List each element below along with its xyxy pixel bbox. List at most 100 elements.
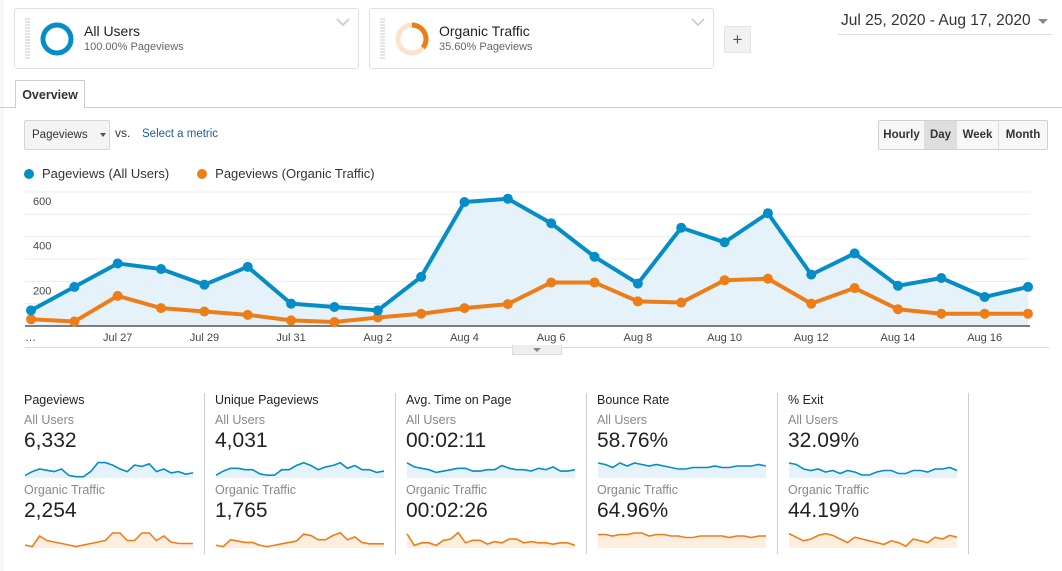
metric-card-pageviews[interactable]: Pageviews All Users 6,332 Organic Traffic 2,… — [14, 393, 205, 554]
legend-dot-icon — [24, 168, 34, 179]
data-point — [979, 308, 990, 319]
segment-label: All Users — [597, 413, 648, 427]
y-tick-label: 200 — [33, 285, 51, 297]
metric-value: 32.09% — [788, 429, 860, 452]
metric-title: Pageviews — [24, 393, 85, 407]
metric-card-bounce-rate[interactable]: Bounce Rate All Users 58.76% Organic Traffi… — [587, 393, 778, 554]
data-point — [979, 291, 990, 302]
legend-label: Pageviews (Organic Traffic) — [215, 166, 375, 181]
metric-card-exit-rate[interactable]: % Exit All Users 32.09% Organic Traffic 44.1… — [778, 393, 969, 554]
metric-title: % Exit — [788, 393, 824, 407]
segment-label: Organic Traffic — [215, 483, 297, 497]
sparkline-all-users — [24, 461, 194, 478]
data-point — [69, 281, 80, 292]
segment-picker-all-users[interactable]: All Users 100.00% Pageviews — [14, 8, 359, 69]
drag-handle-icon[interactable] — [380, 17, 385, 60]
metric-value: 58.76% — [597, 429, 669, 452]
metric-card-avg-time-on-page[interactable]: Avg. Time on Page All Users 00:02:11 Organi… — [396, 393, 587, 554]
metric-value: 64.96% — [597, 499, 669, 522]
segment-share-ring-icon — [40, 22, 74, 55]
sparkline-organic-traffic — [215, 531, 384, 548]
segment-name: Organic Traffic — [439, 23, 530, 39]
vs-label: vs. — [115, 126, 131, 140]
y-tick-label: 600 — [33, 196, 51, 208]
data-point — [676, 222, 687, 233]
data-point — [719, 237, 730, 248]
data-point — [762, 208, 773, 219]
series-area-fill — [31, 198, 1028, 326]
data-point — [242, 261, 253, 272]
primary-metric-dropdown[interactable]: Pageviews — [24, 120, 110, 150]
data-point — [26, 314, 36, 325]
y-tick-label: 400 — [33, 241, 51, 253]
metric-value: 00:02:26 — [406, 499, 488, 522]
chevron-down-icon[interactable] — [336, 17, 350, 27]
data-point — [1023, 281, 1033, 292]
granularity-month-button[interactable]: Month — [999, 121, 1047, 149]
data-point — [892, 304, 903, 315]
data-point — [632, 278, 643, 289]
data-point — [849, 248, 860, 259]
tab-overview[interactable]: Overview — [15, 80, 85, 108]
add-segment-button[interactable]: + — [724, 26, 751, 53]
segment-label: Organic Traffic — [406, 483, 488, 497]
chart-collapse-toggle[interactable] — [512, 345, 562, 355]
data-point — [199, 279, 210, 290]
legend-item-all-users[interactable]: Pageviews (All Users) — [24, 166, 169, 181]
data-point — [936, 272, 947, 283]
date-range-picker[interactable]: Jul 25, 2020 - Aug 17, 2020 — [838, 10, 1052, 35]
segment-share: 100.00% Pageviews — [84, 41, 184, 53]
chevron-down-icon[interactable] — [691, 17, 705, 27]
sparkline-all-users — [788, 462, 958, 478]
sparkline-area — [789, 533, 957, 548]
segment-label: Organic Traffic — [597, 483, 679, 497]
data-point — [156, 264, 167, 275]
data-point — [112, 290, 123, 301]
segment-label: All Users — [406, 413, 457, 427]
segment-label: All Users — [215, 413, 266, 427]
metric-value: 00:02:11 — [406, 429, 487, 452]
sparkline-area — [216, 462, 384, 478]
data-point — [156, 303, 167, 314]
metric-card-unique-pageviews[interactable]: Unique Pageviews All Users 4,031 Organic Tr… — [205, 393, 396, 554]
segment-name: All Users — [84, 23, 141, 39]
data-point — [676, 297, 687, 308]
sparkline-all-users — [406, 462, 576, 478]
data-point — [849, 283, 860, 294]
metric-title: Avg. Time on Page — [406, 393, 512, 407]
sparkline-organic-traffic — [24, 532, 193, 548]
segment-label: Organic Traffic — [24, 483, 106, 497]
metric-value: 1,765 — [215, 499, 268, 522]
data-point — [632, 296, 643, 307]
x-tick-label: Aug 16 — [967, 332, 1002, 344]
segment-share: 35.60% Pageviews — [439, 41, 533, 53]
caret-down-icon — [1038, 18, 1048, 24]
x-tick-label: Aug 8 — [623, 332, 652, 344]
sparkline-organic-traffic — [598, 532, 766, 548]
data-point — [936, 308, 947, 319]
data-point — [806, 298, 817, 309]
data-point — [199, 306, 210, 317]
granularity-day-button[interactable]: Day — [925, 121, 957, 149]
x-tick-label: Aug 14 — [881, 332, 916, 344]
select-secondary-metric-link[interactable]: Select a metric — [142, 128, 218, 140]
metric-value: 2,254 — [24, 499, 77, 522]
data-point — [892, 280, 903, 291]
data-point — [242, 309, 253, 320]
drag-handle-icon[interactable] — [25, 17, 30, 60]
data-point — [286, 315, 297, 326]
x-tick-label: … — [25, 332, 36, 344]
granularity-hourly-button[interactable]: Hourly — [879, 121, 925, 149]
granularity-toggle: Hourly Day Week Month — [878, 120, 1048, 150]
granularity-week-button[interactable]: Week — [957, 121, 999, 149]
sparkline-all-users — [215, 461, 385, 478]
legend-item-organic-traffic[interactable]: Pageviews (Organic Traffic) — [197, 166, 375, 181]
x-tick-label: Aug 2 — [363, 332, 392, 344]
segment-picker-organic-traffic[interactable]: Organic Traffic 35.60% Pageviews — [369, 8, 714, 69]
sparkline-organic-traffic — [788, 532, 958, 548]
x-tick-label: Aug 6 — [537, 332, 566, 344]
pageviews-line-chart: 200 400 600 … Jul 27 Jul 29 Jul 31 Aug 2 Aug 4 Au… — [25, 191, 1033, 344]
data-point — [502, 299, 513, 310]
segment-label: All Users — [788, 413, 839, 427]
data-point — [546, 277, 557, 288]
